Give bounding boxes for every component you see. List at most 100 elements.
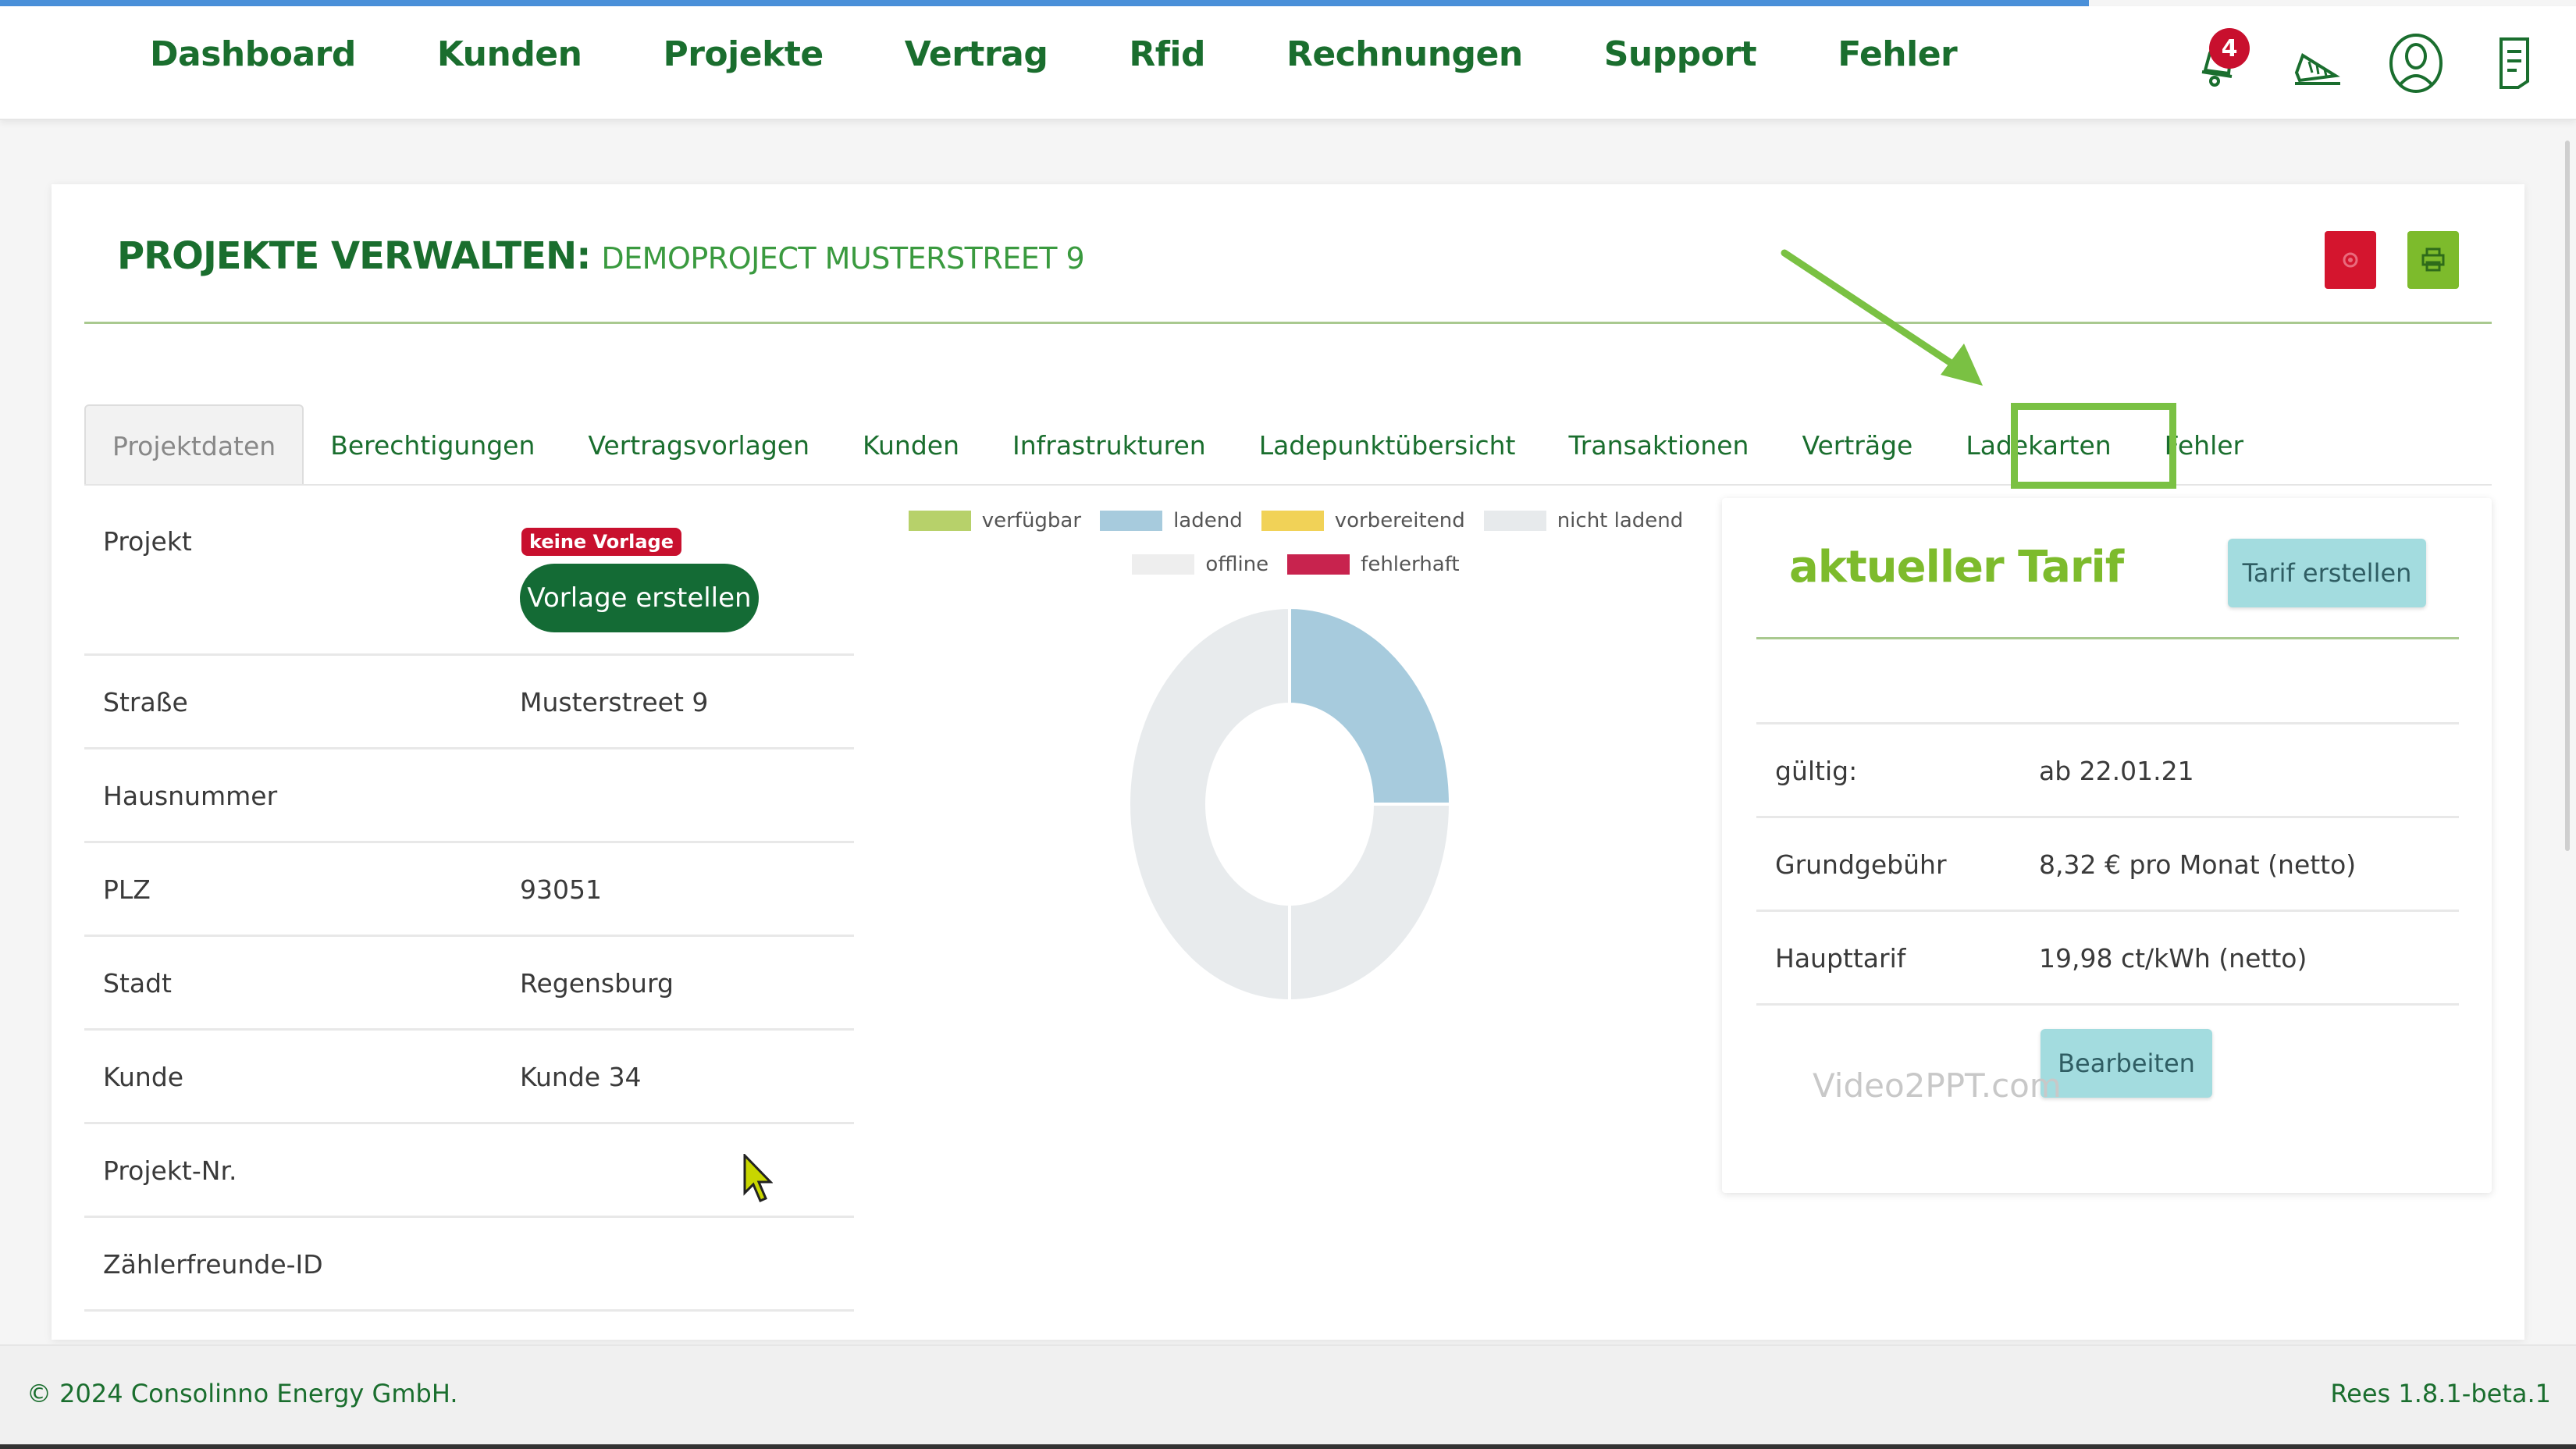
- main-nav: Dashboard Kunden Projekte Vertrag Rfid R…: [150, 34, 2038, 74]
- legend-label: verfügbar: [981, 509, 1082, 532]
- status-donut-chart: [1127, 605, 1453, 1003]
- tab-kunden[interactable]: Kunden: [836, 404, 986, 486]
- tarif-row: gültig: ab 22.01.21: [1756, 724, 2459, 818]
- row-label: Projekt: [103, 526, 192, 557]
- legend-label: vorbereitend: [1334, 509, 1465, 532]
- legend-swatch: [1287, 554, 1350, 575]
- profile-button[interactable]: [2386, 30, 2446, 97]
- page-title: PROJEKTE VERWALTEN: DEMOPROJECT MUSTERST…: [117, 234, 1085, 278]
- mouse-cursor-icon: [743, 1154, 773, 1202]
- status-badge: keine Vorlage: [521, 528, 682, 556]
- table-row: Zählerfreunde-ID: [84, 1218, 854, 1312]
- legend-swatch: [908, 511, 971, 531]
- nav-fehler[interactable]: Fehler: [1838, 34, 1958, 74]
- tarif-label: Grundgebühr: [1775, 849, 1947, 880]
- legend-item[interactable]: offline: [1132, 553, 1268, 576]
- legend-swatch: [1100, 511, 1163, 531]
- edit-tarif-button[interactable]: Bearbeiten: [2041, 1029, 2212, 1098]
- nav-projekte[interactable]: Projekte: [663, 34, 824, 74]
- create-tarif-button[interactable]: Tarif erstellen: [2228, 539, 2426, 607]
- legend-item[interactable]: ladend: [1100, 509, 1243, 532]
- tab-highlight-box: [2011, 403, 2176, 489]
- row-label: PLZ: [103, 874, 151, 905]
- legend-swatch: [1132, 554, 1195, 575]
- legend-label: ladend: [1173, 509, 1243, 532]
- legend-item[interactable]: verfügbar: [908, 509, 1082, 532]
- nav-dashboard[interactable]: Dashboard: [150, 34, 356, 74]
- tab-ladepunktuebersicht[interactable]: Ladepunktübersicht: [1233, 404, 1542, 486]
- title-divider: [84, 322, 2492, 324]
- nav-rechnungen[interactable]: Rechnungen: [1286, 34, 1523, 74]
- table-row: Projekt-Nr.: [84, 1124, 854, 1218]
- tab-vertragsvorlagen[interactable]: Vertragsvorlagen: [561, 404, 836, 486]
- row-value: 93051: [520, 874, 602, 905]
- table-row: Kunde Kunde 34: [84, 1031, 854, 1124]
- announcements-button[interactable]: [2287, 30, 2348, 97]
- row-value: Musterstreet 9: [520, 687, 709, 717]
- page-title-project: DEMOPROJECT MUSTERSTREET 9: [601, 241, 1085, 276]
- tarif-value: 8,32 € pro Monat (netto): [2039, 849, 2357, 880]
- notifications-button[interactable]: 4: [2189, 28, 2250, 97]
- document-button[interactable]: [2484, 30, 2545, 97]
- delete-project-button[interactable]: [2325, 231, 2376, 289]
- row-label: Straße: [103, 687, 188, 717]
- legend-label: nicht ladend: [1557, 509, 1684, 532]
- table-row: Projekt keine Vorlage Vorlage erstellen: [84, 497, 854, 656]
- table-row: Straße Musterstreet 9: [84, 656, 854, 749]
- watermark: Video2PPT.com: [1813, 1066, 2062, 1105]
- legend-item[interactable]: vorbereitend: [1261, 509, 1465, 532]
- table-row: PLZ 93051: [84, 843, 854, 937]
- print-icon: [2421, 247, 2445, 272]
- donut-slice-nicht-ladend[interactable]: [1288, 803, 1453, 1003]
- page-title-main: PROJEKTE VERWALTEN:: [117, 234, 591, 278]
- legend-label: fehlerhaft: [1361, 553, 1460, 576]
- print-button[interactable]: [2407, 231, 2459, 289]
- tarif-value: 19,98 ct/kWh (netto): [2039, 943, 2307, 974]
- row-value: Regensburg: [520, 968, 674, 999]
- tarif-row: Grundgebühr 8,32 € pro Monat (netto): [1756, 818, 2459, 912]
- nav-vertrag[interactable]: Vertrag: [905, 34, 1048, 74]
- legend-row: verfügbar ladend vorbereitend nicht lade…: [908, 509, 1683, 532]
- tarif-label: Haupttarif: [1775, 943, 1906, 974]
- tab-vertraege[interactable]: Verträge: [1775, 404, 1939, 486]
- tab-transaktionen[interactable]: Transaktionen: [1542, 404, 1775, 486]
- row-label: Zählerfreunde-ID: [103, 1249, 323, 1280]
- table-row: Hausnummer: [84, 749, 854, 843]
- footer-version: Rees 1.8.1-beta.1: [2330, 1379, 2551, 1408]
- legend-row: offline fehlerhaft: [921, 553, 1670, 576]
- legend-item[interactable]: nicht ladend: [1483, 509, 1684, 532]
- page-scrollbar[interactable]: [2565, 141, 2570, 851]
- project-data-table: Projekt keine Vorlage Vorlage erstellen …: [84, 497, 854, 1312]
- tab-projektdaten[interactable]: Projektdaten: [84, 404, 304, 486]
- nav-support[interactable]: Support: [1604, 34, 1757, 74]
- create-template-button[interactable]: Vorlage erstellen: [520, 564, 759, 632]
- nav-kunden[interactable]: Kunden: [437, 34, 582, 74]
- notification-count-badge: 4: [2209, 28, 2250, 69]
- megaphone-icon: [2294, 53, 2340, 85]
- legend-item[interactable]: fehlerhaft: [1287, 553, 1460, 576]
- row-label: Stadt: [103, 968, 172, 999]
- gear-icon: [2343, 252, 2358, 268]
- legend-label: offline: [1205, 553, 1269, 576]
- tarif-divider: [1756, 637, 2459, 639]
- tarif-row: Haupttarif 19,98 ct/kWh (netto): [1756, 912, 2459, 1006]
- annotation-arrow-icon: [1781, 249, 1983, 386]
- nav-rfid[interactable]: Rfid: [1129, 34, 1205, 74]
- tab-berechtigungen[interactable]: Berechtigungen: [304, 404, 561, 486]
- chart-legend: verfügbar ladend vorbereitend nicht lade…: [908, 509, 1683, 596]
- loading-progress-bar: [0, 0, 2089, 6]
- row-label: Kunde: [103, 1062, 184, 1092]
- tab-infrastrukturen[interactable]: Infrastrukturen: [986, 404, 1233, 486]
- row-label: Hausnummer: [103, 781, 278, 811]
- row-value: Kunde 34: [520, 1062, 642, 1092]
- bottom-edge: [0, 1444, 2576, 1449]
- title-actions: [2325, 231, 2459, 289]
- row-label: Projekt-Nr.: [103, 1155, 237, 1186]
- document-icon: [2500, 37, 2529, 89]
- nav-icon-group: 4: [2189, 28, 2545, 97]
- footer-copyright: © 2024 Consolinno Energy GmbH.: [27, 1379, 458, 1408]
- tarif-title: aktueller Tarif: [1789, 542, 2124, 593]
- donut-slice-ladend[interactable]: [1288, 605, 1453, 806]
- donut-slice-offline[interactable]: [1127, 605, 1291, 1003]
- project-tabs: Projektdaten Berechtigungen Vertragsvorl…: [84, 404, 2270, 486]
